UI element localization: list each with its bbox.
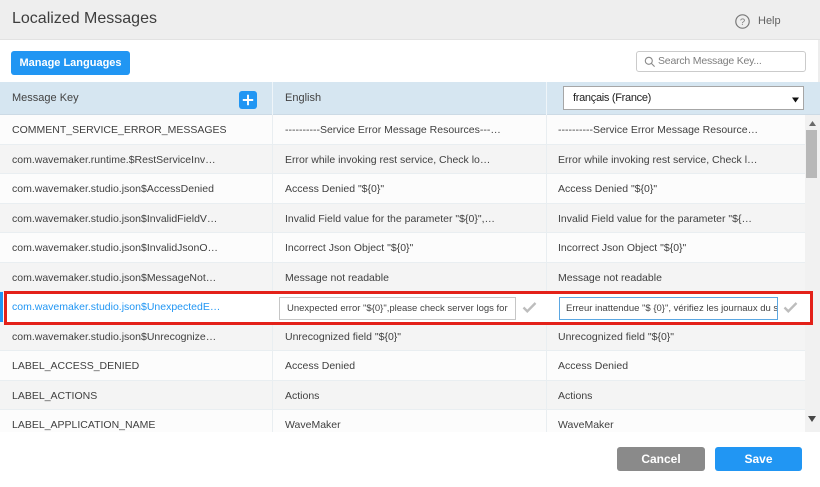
svg-text:?: ?: [740, 17, 745, 28]
